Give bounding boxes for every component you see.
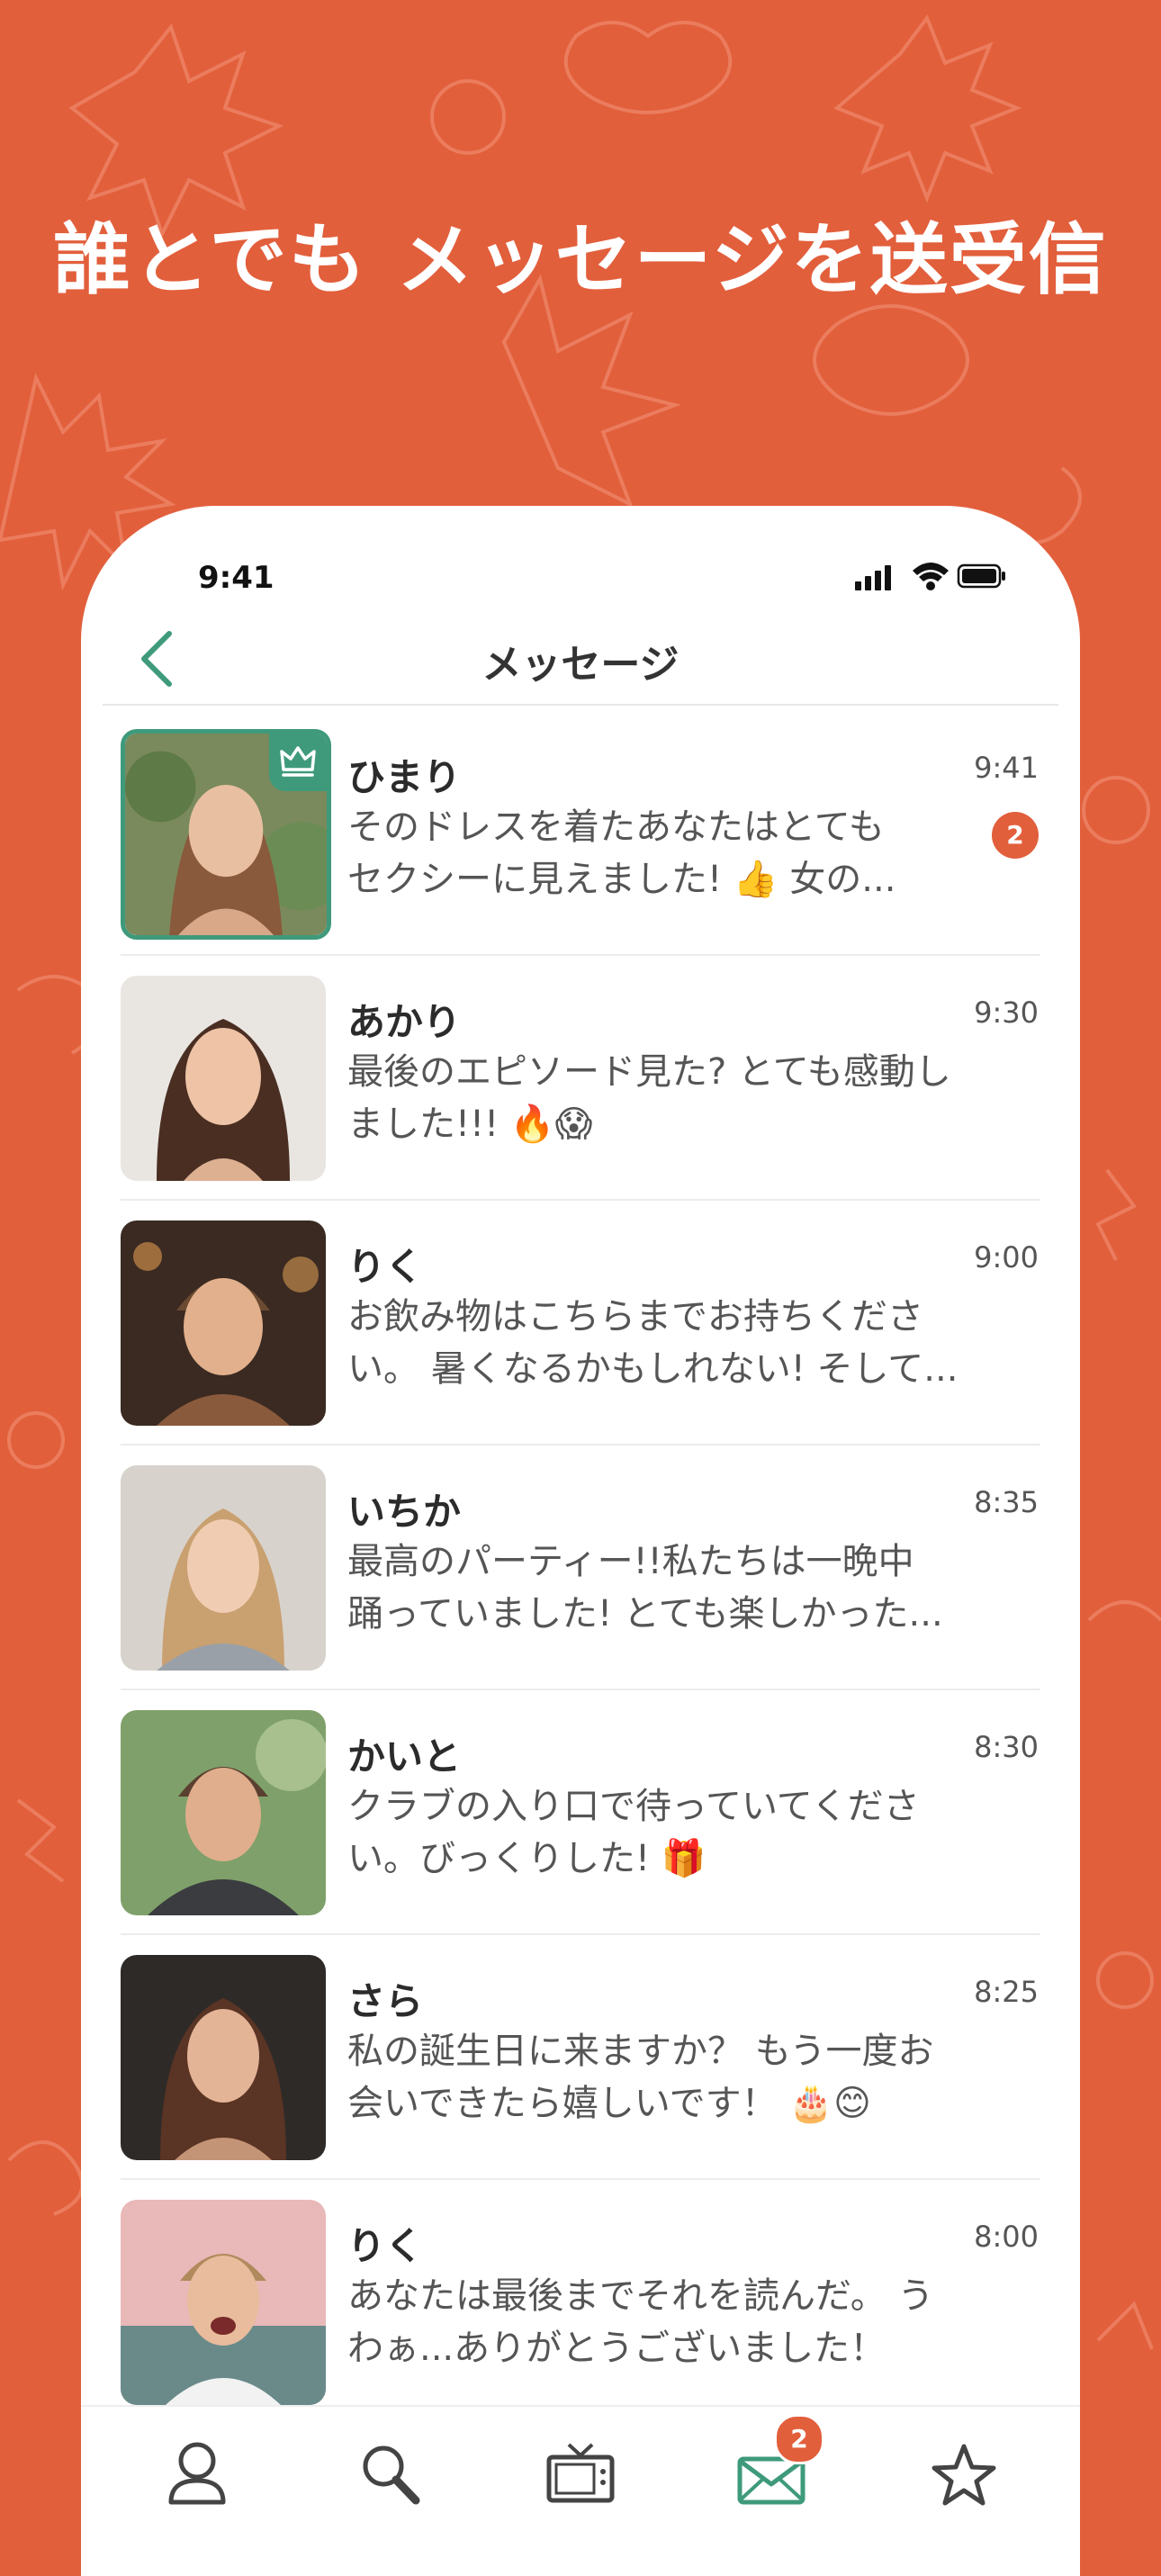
conversation-item-kaito[interactable]: かいと 8:30 クラブの入り口で待っていてくださ い。びっくりした! 🎁 bbox=[81, 1690, 1080, 1935]
message-time: 9:41 bbox=[974, 751, 1039, 785]
message-time: 8:25 bbox=[974, 1975, 1039, 2009]
avatar bbox=[121, 976, 326, 1181]
tab-tv[interactable] bbox=[531, 2427, 630, 2526]
unread-badge: 2 bbox=[992, 812, 1039, 859]
tab-bar: 2 bbox=[81, 2405, 1080, 2576]
conversation-item-himari[interactable]: ひまり 9:41 そのドレスを着たあなたはとても セクシーに見えました! 👍 女… bbox=[81, 711, 1080, 956]
message-preview: あなたは最後までそれを読んだ。 う わぁ...ありがとうございました！ bbox=[347, 2270, 1013, 2374]
profile-icon bbox=[168, 2442, 226, 2505]
preview-line: そのドレスを着たあなたはとても bbox=[347, 806, 885, 848]
tv-icon bbox=[546, 2443, 615, 2503]
crown-icon bbox=[280, 746, 316, 777]
preview-line: 最高のパーティー!!私たちは一晩中 bbox=[347, 1541, 914, 1582]
message-preview: お飲み物はこちらまでお持ちくださ い。 暑くなるかもしれない! そして... bbox=[347, 1291, 1013, 1395]
nav-bar: メッセージ bbox=[81, 605, 1080, 706]
message-preview: そのドレスを着たあなたはとても セクシーに見えました! 👍 女の... bbox=[347, 801, 1013, 905]
contact-name: りく bbox=[347, 2224, 424, 2268]
message-time: 8:35 bbox=[974, 1485, 1039, 1519]
contact-name: あかり bbox=[347, 1000, 462, 1044]
message-time: 9:00 bbox=[974, 1240, 1039, 1274]
preview-line: 最後のエピソード見た? とても感動し bbox=[347, 1051, 951, 1093]
preview-line: お飲み物はこちらまでお持ちくださ bbox=[347, 1296, 923, 1338]
message-time: 8:30 bbox=[974, 1730, 1039, 1764]
conversation-item-riku-2[interactable]: りく 8:00 あなたは最後までそれを読んだ。 う わぁ...ありがとうございま… bbox=[81, 2180, 1080, 2425]
avatar bbox=[121, 729, 331, 940]
tab-favorites[interactable] bbox=[914, 2427, 1013, 2526]
preview-line: セクシーに見えました! 👍 女の... bbox=[347, 859, 896, 900]
preview-line: あなたは最後までそれを読んだ。 う bbox=[347, 2275, 934, 2317]
preview-line: 踊っていました! とても楽しかった... bbox=[347, 1593, 943, 1635]
contact-name: ひまり bbox=[347, 755, 462, 799]
preview-line: 会いできたら嬉しいです！ 🎂😊 bbox=[347, 2083, 871, 2124]
avatar bbox=[121, 1465, 326, 1671]
avatar bbox=[121, 1955, 326, 2160]
conversation-item-sara[interactable]: さら 8:25 私の誕生日に来ますか？ もう一度お 会いできたら嬉しいです！ 🎂… bbox=[81, 1935, 1080, 2180]
message-time: 9:30 bbox=[974, 995, 1039, 1030]
conversation-item-ichika[interactable]: いちか 8:35 最高のパーティー!!私たちは一晩中 踊っていました! とても楽… bbox=[81, 1446, 1080, 1690]
contact-name: りく bbox=[347, 1245, 424, 1289]
phone-screen: 9:41 メッセージ ひまり 9:41 そのドレスを着たあなたはとても セクシー… bbox=[81, 506, 1080, 2576]
status-time: 9:41 bbox=[198, 560, 274, 596]
message-preview: 最後のエピソード見た? とても感動し ました!!! 🔥😱 bbox=[347, 1046, 1013, 1150]
headline: 誰とでも メッセージを送受信 bbox=[53, 215, 1108, 305]
status-icons bbox=[855, 563, 1005, 590]
preview-line: わぁ...ありがとうございました！ bbox=[347, 2328, 886, 2369]
preview-line: い。びっくりした! 🎁 bbox=[347, 1838, 706, 1879]
battery-icon bbox=[957, 563, 1005, 589]
preview-line: い。 暑くなるかもしれない! そして... bbox=[347, 1348, 958, 1390]
tab-search[interactable] bbox=[342, 2427, 441, 2526]
tab-messages[interactable]: 2 bbox=[722, 2414, 824, 2526]
signal-icon bbox=[855, 565, 891, 590]
contact-name: かいと bbox=[347, 1734, 462, 1779]
conversation-item-akari[interactable]: あかり 9:30 最後のエピソード見た? とても感動し ました!!! 🔥😱 bbox=[81, 956, 1080, 1201]
contact-name: いちか bbox=[347, 1490, 462, 1534]
avatar bbox=[121, 2200, 326, 2405]
nav-divider bbox=[103, 704, 1058, 706]
avatar bbox=[121, 1220, 326, 1426]
message-time: 8:00 bbox=[974, 2220, 1039, 2254]
contact-name: さら bbox=[347, 1979, 424, 2023]
conversation-item-riku[interactable]: りく 9:00 お飲み物はこちらまでお持ちくださ い。 暑くなるかもしれない! … bbox=[81, 1201, 1080, 1446]
status-bar: 9:41 bbox=[81, 506, 1080, 605]
preview-line: ました!!! 🔥😱 bbox=[347, 1103, 593, 1145]
message-preview: クラブの入り口で待っていてくださ い。びっくりした! 🎁 bbox=[347, 1780, 1013, 1885]
search-icon bbox=[363, 2445, 420, 2505]
messages-badge: 2 bbox=[774, 2414, 824, 2464]
tab-profile[interactable] bbox=[148, 2427, 247, 2526]
wifi-icon bbox=[913, 563, 949, 590]
message-preview: 最高のパーティー!!私たちは一晩中 踊っていました! とても楽しかった... bbox=[347, 1536, 1013, 1640]
preview-line: 私の誕生日に来ますか？ もう一度お bbox=[347, 2031, 934, 2072]
star-icon bbox=[932, 2444, 996, 2506]
message-preview: 私の誕生日に来ますか？ もう一度お 会いできたら嬉しいです！ 🎂😊 bbox=[347, 2025, 1013, 2130]
avatar bbox=[121, 1710, 326, 1915]
preview-line: クラブの入り口で待っていてくださ bbox=[347, 1786, 920, 1827]
premium-badge bbox=[269, 734, 327, 791]
page-title: メッセージ bbox=[482, 642, 680, 688]
